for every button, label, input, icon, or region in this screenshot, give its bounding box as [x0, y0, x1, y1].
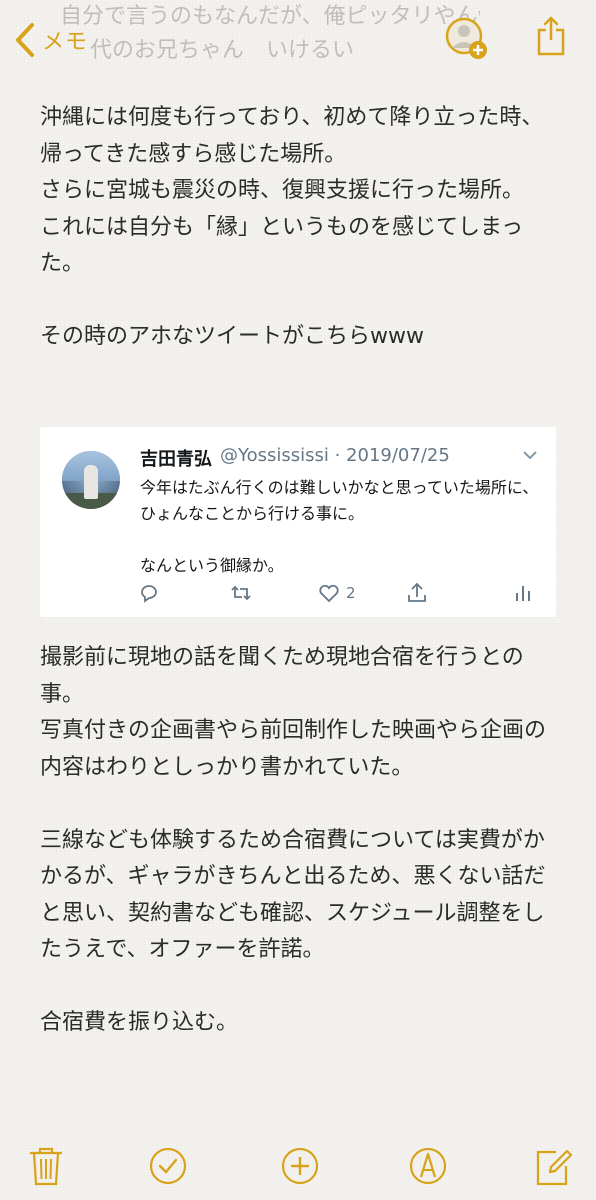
- retweet-icon: [231, 585, 251, 601]
- chevron-left-icon: [16, 23, 34, 57]
- note-paragraph-4: 三線なども体験するため合宿費については実費がかかるが、ギャラがきちんと出るため、…: [40, 827, 546, 963]
- add-button[interactable]: [280, 1144, 320, 1188]
- chevron-down-icon[interactable]: [522, 449, 538, 461]
- note-body[interactable]: 沖縄には何度も行っており、初めて降り立った時、帰ってきた感すら感じた場所。 さら…: [40, 100, 565, 356]
- embedded-tweet[interactable]: 吉田青弘 @Yossississi · 2019/07/25 今年はたぶん行くの…: [40, 427, 556, 617]
- bottom-toolbar: [0, 1130, 596, 1200]
- avatar: [62, 451, 120, 509]
- compose-icon: [536, 1149, 573, 1186]
- reply-icon: [141, 585, 157, 603]
- analytics-button[interactable]: [512, 579, 534, 607]
- add-icon: [281, 1147, 319, 1185]
- heart-icon: [319, 584, 339, 603]
- navigation-bar: 自分で言うのもなんだが、俺ピッタリやんw 代のお兄ちゃん いけるい メモ: [0, 0, 596, 80]
- delete-button[interactable]: [26, 1144, 66, 1188]
- scrolled-text-under-nav: 自分で言うのもなんだが、俺ピッタリやんw 代のお兄ちゃん いけるい: [60, 0, 480, 70]
- like-count: 2: [346, 584, 356, 602]
- markup-pen-icon: [409, 1147, 447, 1185]
- ghost-line-1: 自分で言うのもなんだが、俺ピッタリやんw: [60, 4, 480, 29]
- checklist-icon: [149, 1147, 187, 1185]
- retweet-button[interactable]: [230, 579, 252, 607]
- analytics-icon: [516, 586, 530, 601]
- back-button[interactable]: メモ: [14, 20, 88, 60]
- note-body-continued[interactable]: 撮影前に現地の話を聞くため現地合宿を行うとの事。 写真付きの企画書やら前回制作し…: [40, 640, 565, 1042]
- share-icon: [537, 16, 565, 56]
- tweet-handle-date: @Yossississi · 2019/07/25: [220, 445, 450, 466]
- tweet-actions: 2: [40, 579, 556, 609]
- share-tweet-button[interactable]: [406, 579, 428, 607]
- add-person-icon: [445, 17, 487, 59]
- checklist-button[interactable]: [148, 1144, 188, 1188]
- back-label: メモ: [42, 30, 89, 55]
- compose-button[interactable]: [534, 1144, 574, 1188]
- reply-button[interactable]: [138, 579, 160, 607]
- note-paragraph-1: 沖縄には何度も行っており、初めて降り立った時、帰ってきた感すら感じた場所。 さら…: [40, 105, 544, 276]
- tweet-author-name: 吉田青弘: [140, 449, 212, 470]
- trash-icon: [30, 1147, 62, 1186]
- note-paragraph-3: 撮影前に現地の話を聞くため現地合宿を行うとの事。 写真付きの企画書やら前回制作し…: [40, 645, 547, 780]
- tweet-text: 今年はたぶん行くのは難しいかなと思っていた場所に、ひょんなことから行ける事に。 …: [140, 478, 539, 575]
- add-person-button[interactable]: [444, 16, 490, 62]
- note-paragraph-5: 合宿費を振り込む。: [40, 1010, 239, 1035]
- markup-button[interactable]: [408, 1144, 448, 1188]
- share-button[interactable]: [536, 14, 566, 58]
- note-paragraph-2: その時のアホなツイートがこちらwww: [40, 324, 424, 349]
- ghost-line-2: 代のお兄ちゃん いけるい: [90, 38, 355, 63]
- like-button[interactable]: 2: [318, 579, 356, 607]
- share-tweet-icon: [408, 582, 426, 602]
